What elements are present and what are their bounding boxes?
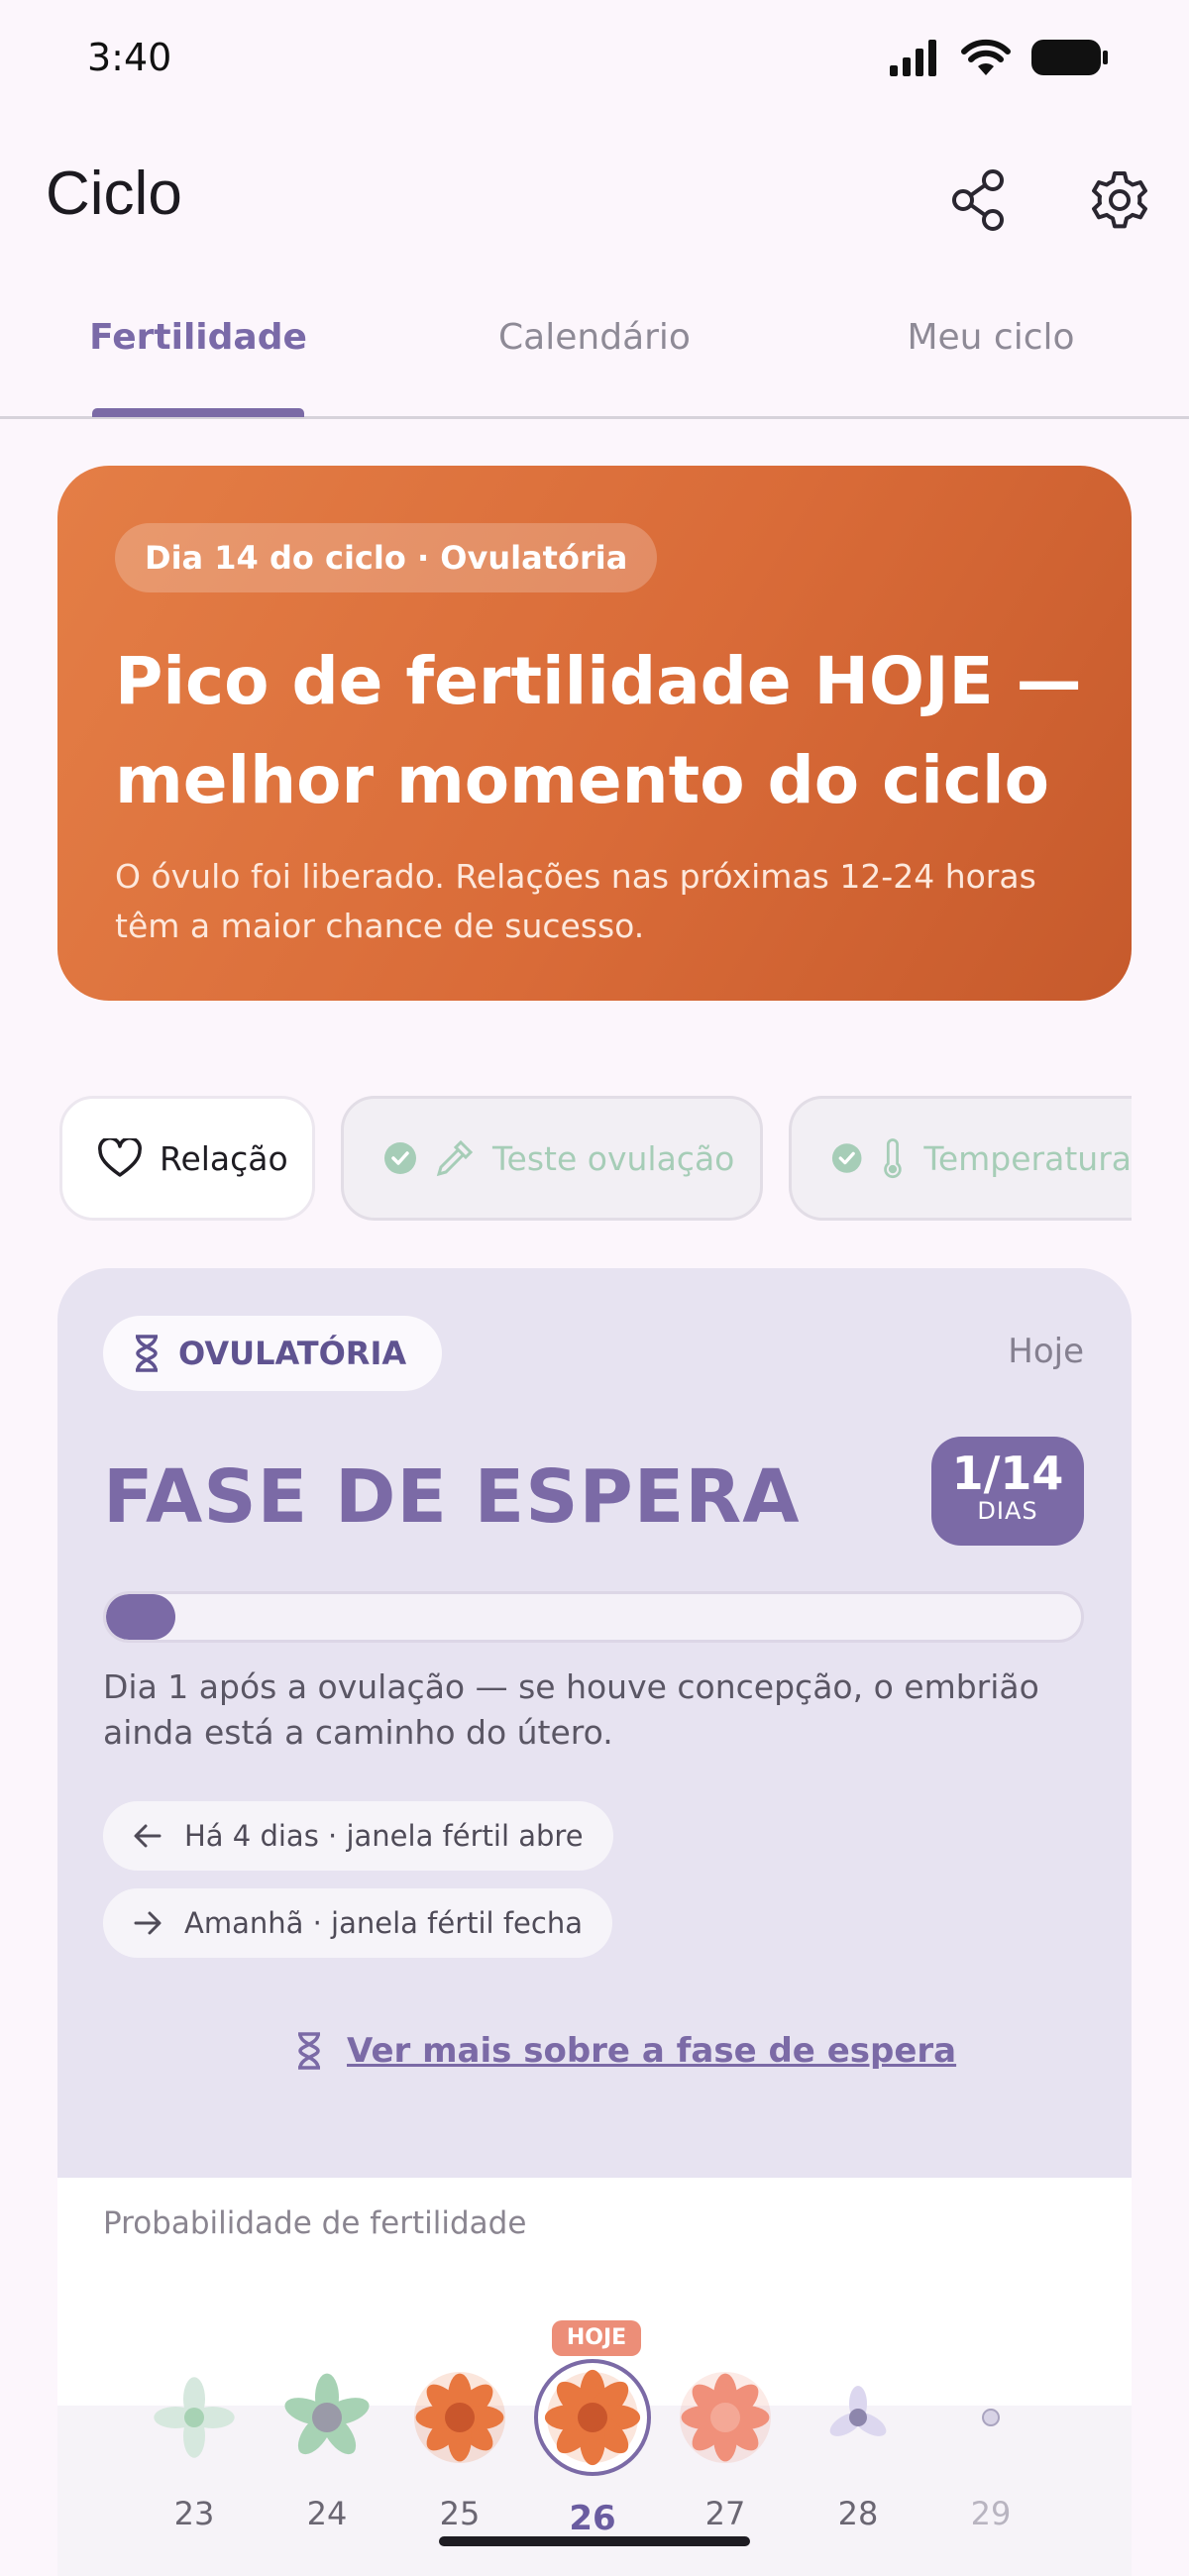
phase-title: FASE DE ESPERA (103, 1454, 801, 1540)
thermometer-icon (884, 1138, 903, 1179)
phase-progress-bar (103, 1591, 1084, 1643)
home-indicator[interactable] (439, 2536, 750, 2546)
flower-icon (680, 2372, 771, 2463)
log-intercourse-chip[interactable]: Relação (59, 1096, 315, 1221)
share-button[interactable] (939, 161, 1019, 240)
phase-badge-label: OVULATÓRIA (178, 1335, 407, 1372)
fertility-day-number: 28 (837, 2495, 879, 2532)
flower-icon (829, 2386, 887, 2436)
page-title: Ciclo (46, 160, 182, 228)
share-icon (952, 169, 1004, 231)
check-circle-icon (831, 1143, 862, 1173)
chip-label: Teste ovulação (492, 1138, 735, 1178)
previous-event-label: Há 4 dias · janela fértil abre (184, 1819, 584, 1853)
see-more-link[interactable]: Ver mais sobre a fase de espera (295, 2031, 956, 2071)
phase-days-badge: 1/14 DIAS (931, 1437, 1084, 1546)
flower-icon (284, 2373, 370, 2455)
arrow-right-icon (134, 1911, 162, 1935)
hero-description: O óvulo foi liberado. Relações nas próxi… (115, 857, 1036, 945)
fertility-day-number: 25 (439, 2495, 481, 2532)
active-tab-indicator (92, 408, 304, 417)
previous-event-pill: Há 4 dias · janela fértil abre (103, 1801, 613, 1871)
battery-icon (1031, 40, 1108, 75)
heart-icon (98, 1138, 142, 1177)
probability-title: Probabilidade de fertilidade (103, 2205, 527, 2241)
dot-icon (982, 2409, 1000, 2426)
fertility-day-number: 27 (704, 2495, 746, 2532)
wifi-icon (961, 39, 1011, 75)
cellular-signal-icon (890, 40, 936, 76)
phase-days-value: 1/14 (951, 1447, 1064, 1500)
status-time: 3:40 (87, 36, 172, 79)
phase-badge: OVULATÓRIA (103, 1316, 443, 1391)
tab-meu-ciclo[interactable]: Meu ciclo (852, 317, 1130, 376)
today-label: HOJE (552, 2320, 641, 2356)
next-event-label: Amanhã · janela fértil fecha (184, 1906, 583, 1940)
phase-days-unit: DIAS (977, 1497, 1038, 1525)
check-circle-icon (384, 1142, 416, 1174)
hourglass-icon (298, 2032, 320, 2070)
flower-icon (534, 2359, 651, 2476)
dropper-icon (436, 1139, 474, 1177)
fertility-day-number: 26 (569, 2499, 616, 2538)
hourglass-icon (136, 1335, 158, 1372)
phase-description: Dia 1 após a ovulação — se houve concepç… (103, 1667, 1039, 1752)
phase-date-label: Hoje (1008, 1332, 1084, 1371)
ovulation-test-chip[interactable]: Teste ovulação (341, 1096, 763, 1221)
arrow-left-icon (134, 1824, 162, 1848)
status-icons (888, 36, 1110, 79)
flower-icon (414, 2372, 505, 2463)
flower-icon (154, 2377, 235, 2458)
settings-button[interactable] (1080, 161, 1159, 240)
fertility-day-number: 24 (306, 2495, 348, 2532)
fertility-day-number: 29 (970, 2495, 1012, 2532)
phase-progress-fill (106, 1594, 176, 1640)
tab-fertilidade[interactable]: Fertilidade (59, 317, 337, 376)
chip-label: Temperatura (923, 1138, 1132, 1178)
next-event-pill: Amanhã · janela fértil fecha (103, 1888, 612, 1958)
hero-title: Pico de fertilidade HOJE — melhor moment… (115, 643, 1082, 818)
gear-icon (1092, 171, 1147, 229)
tab-calendario[interactable]: Calendário (456, 317, 733, 376)
fertility-hero-card[interactable]: Dia 14 do ciclo · Ovulatória Pico de fer… (57, 466, 1132, 1001)
chip-label: Relação (160, 1138, 288, 1178)
see-more-label: Ver mais sobre a fase de espera (347, 2031, 957, 2071)
cycle-day-badge: Dia 14 do ciclo · Ovulatória (115, 523, 658, 592)
fertility-day-number: 23 (173, 2495, 215, 2532)
temperature-chip[interactable]: Temperatura (789, 1096, 1132, 1221)
